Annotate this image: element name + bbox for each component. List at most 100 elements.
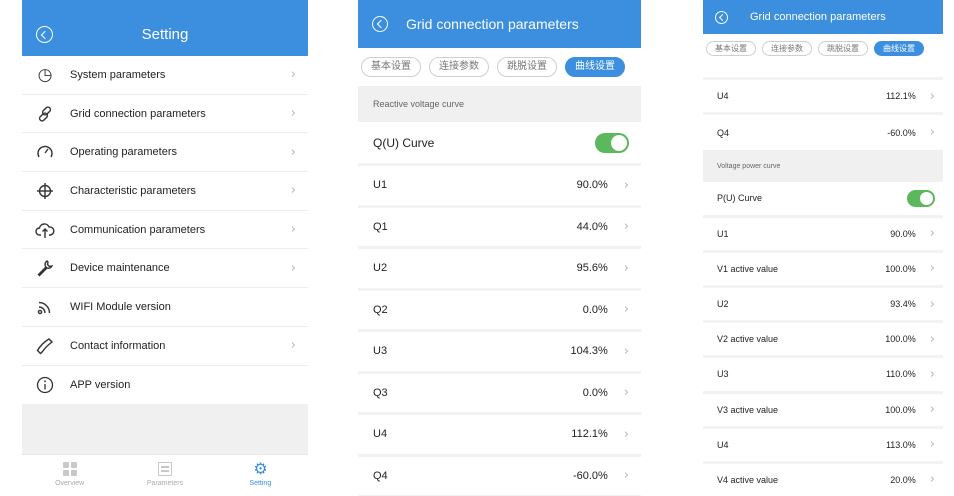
chevron-right-icon: › — [623, 302, 629, 318]
param-row[interactable]: Q3 0.0% › — [358, 374, 641, 415]
tab-connection-parameters[interactable]: 连接参数 — [429, 57, 489, 77]
toggle-label: P(U) Curve — [717, 193, 763, 204]
param-value: 20.0% — [890, 474, 916, 485]
menu-item-label: Device maintenance — [70, 262, 170, 275]
menu-item-grid-connection[interactable]: Grid connection parameters › — [22, 95, 308, 134]
param-value: 104.3% — [570, 345, 608, 358]
param-row[interactable]: U3 110.0% › — [703, 358, 943, 394]
qu-curve-toggle[interactable] — [595, 132, 629, 153]
param-row[interactable]: U4 113.0% › — [703, 429, 943, 464]
param-value: 100.0% — [885, 263, 916, 274]
speedometer-icon — [35, 142, 55, 162]
param-label: U3 — [717, 369, 729, 380]
menu-item-characteristic-parameters[interactable]: Characteristic parameters › — [22, 172, 308, 211]
menu-item-device-maintenance[interactable]: Device maintenance › — [22, 249, 308, 289]
param-label: U4 — [717, 91, 729, 102]
crosshair-icon — [35, 181, 55, 201]
tab-trip-settings[interactable]: 跳脱设置 — [497, 57, 557, 77]
grid-connection-screen-scrolled: Grid connection parameters 基本设置 连接参数 跳脱设… — [703, 0, 943, 496]
param-row[interactable]: U3 104.3% › — [358, 332, 641, 374]
param-row[interactable]: U2 93.4% › — [703, 288, 943, 324]
param-row[interactable]: U2 95.6% › — [358, 249, 641, 291]
back-arrow-icon[interactable] — [372, 16, 388, 32]
param-row[interactable]: V1 active value 100.0% › — [703, 253, 943, 288]
param-row[interactable]: V3 active value 100.0% › — [703, 394, 943, 429]
pu-curve-toggle[interactable] — [907, 189, 935, 207]
section-header: Voltage power curve — [703, 150, 943, 183]
menu-item-system-parameters[interactable]: ◷ System parameters › — [22, 56, 308, 95]
param-value: 93.4% — [890, 299, 916, 310]
param-value: 0.0% — [582, 386, 608, 399]
chevron-right-icon: › — [929, 226, 935, 242]
param-value: 112.1% — [571, 428, 608, 441]
menu-item-contact-information[interactable]: Contact information › — [22, 327, 308, 366]
param-label: V4 active value — [717, 474, 779, 485]
param-row[interactable]: Q2 0.0% › — [358, 291, 641, 332]
chevron-right-icon: › — [290, 183, 296, 199]
page-title: Setting — [141, 25, 189, 43]
tab-connection-parameters[interactable]: 连接参数 — [762, 40, 812, 56]
chevron-right-icon: › — [929, 125, 935, 141]
chevron-right-icon: › — [290, 222, 296, 238]
link-icon — [35, 104, 55, 124]
param-row[interactable]: U4 112.1% › — [358, 415, 641, 457]
chevron-right-icon: › — [929, 437, 935, 453]
document-icon — [157, 462, 172, 477]
param-value: 112.1% — [885, 91, 916, 102]
chevron-right-icon: › — [623, 260, 629, 276]
tab-label: Setting — [249, 480, 272, 488]
param-row[interactable]: Q4 -60.0% › — [358, 457, 641, 496]
menu-item-wifi-module-version[interactable]: WIFI Module version — [22, 288, 308, 327]
param-label: Q2 — [373, 303, 388, 316]
phone-icon — [35, 336, 55, 356]
menu-item-operating-parameters[interactable]: Operating parameters › — [22, 133, 308, 173]
chevron-right-icon: › — [290, 338, 296, 354]
menu-item-label: System parameters — [70, 68, 166, 81]
menu-item-label: Grid connection parameters — [70, 107, 206, 120]
tab-basic-settings[interactable]: 基本设置 — [706, 40, 756, 56]
tab-label: Overview — [55, 480, 85, 488]
parameter-list: U1 90.0% › V1 active value 100.0% › U2 93.4% ›… — [703, 218, 943, 496]
chevron-right-icon: › — [929, 261, 935, 277]
param-row[interactable]: Q4 -60.0% › — [703, 115, 943, 150]
segment-tabs: 基本设置 连接参数 跳脱设置 曲线设置 — [358, 48, 641, 86]
menu-item-label: Characteristic parameters — [70, 184, 196, 197]
grid-connection-screen-top: Grid connection parameters 基本设置 连接参数 跳脱设… — [358, 0, 641, 496]
tab-curve-settings[interactable]: 曲线设置 — [565, 57, 625, 77]
back-arrow-icon[interactable] — [36, 26, 53, 43]
grid-icon — [62, 462, 77, 477]
tab-label: Parameters — [146, 480, 184, 488]
param-label: Q1 — [373, 220, 388, 233]
param-label: Q4 — [717, 127, 730, 138]
menu-item-label: Communication parameters — [70, 223, 206, 236]
param-label: Q3 — [373, 386, 388, 399]
param-value: 95.6% — [576, 262, 608, 275]
param-row[interactable]: U1 90.0% › — [703, 218, 943, 253]
param-row[interactable]: V4 active value 20.0% › — [703, 464, 943, 496]
back-arrow-icon[interactable] — [715, 10, 728, 24]
tab-overview[interactable]: Overview — [22, 455, 117, 494]
menu-item-communication-parameters[interactable]: Communication parameters › — [22, 211, 308, 250]
menu-item-label: Operating parameters — [70, 146, 177, 159]
param-row[interactable]: U4 112.1% › — [703, 80, 943, 116]
tab-setting[interactable]: ⚙ Setting — [213, 455, 308, 494]
tab-parameters[interactable]: Parameters — [117, 455, 212, 494]
param-label: V3 active value — [717, 404, 779, 415]
page-title: Grid connection parameters — [750, 11, 886, 23]
param-value: 44.0% — [576, 220, 608, 233]
chevron-right-icon: › — [623, 177, 629, 193]
bottom-tab-bar: Overview Parameters ⚙ Setting — [22, 454, 308, 495]
setting-screen: Setting ◷ System parameters › Grid conne… — [22, 0, 308, 496]
param-row[interactable]: Q1 44.0% › — [358, 208, 641, 249]
wrench-icon — [35, 258, 55, 278]
param-row[interactable]: U1 90.0% › — [358, 166, 641, 208]
tab-trip-settings[interactable]: 跳脱设置 — [818, 40, 868, 56]
menu-item-app-version[interactable]: APP version — [22, 366, 308, 405]
param-row[interactable]: V2 active value 100.0% › — [703, 323, 943, 359]
tab-curve-settings[interactable]: 曲线设置 — [874, 40, 924, 56]
grid-header: Grid connection parameters — [358, 0, 641, 48]
tab-basic-settings[interactable]: 基本设置 — [361, 57, 421, 77]
gear-icon: ⚙ — [253, 459, 268, 479]
scrolled-row-fragment — [703, 62, 943, 80]
menu-item-label: APP version — [70, 378, 131, 391]
